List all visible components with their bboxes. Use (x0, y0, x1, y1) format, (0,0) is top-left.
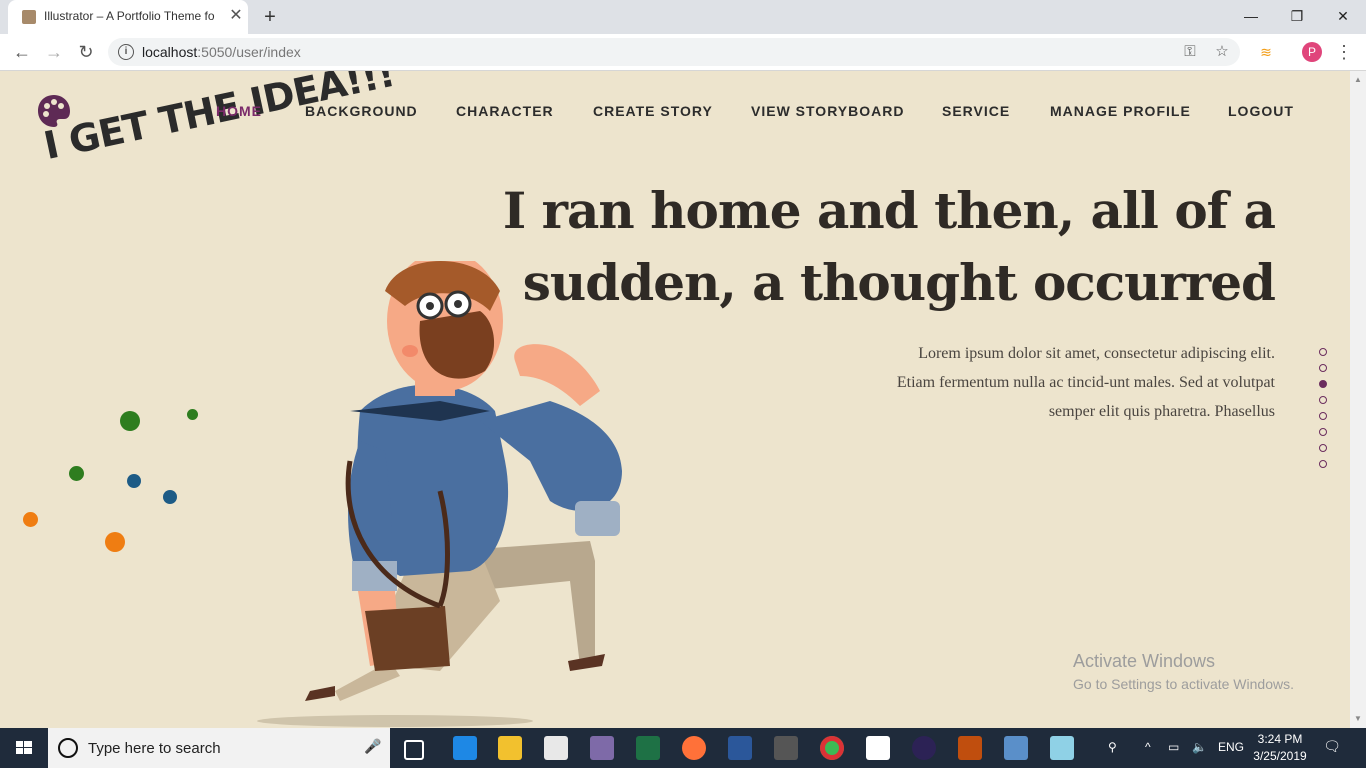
word-icon[interactable] (728, 736, 752, 760)
running-man-illustration (257, 261, 622, 727)
back-arrow-icon[interactable]: ← (10, 40, 34, 64)
reload-icon[interactable]: ↻ (74, 40, 98, 64)
taskbar-search-placeholder: Type here to search (88, 740, 221, 757)
task-view-icon[interactable] (404, 740, 424, 760)
decorative-particle (127, 474, 141, 488)
url-text[interactable]: localhost:5050/user/index (142, 44, 301, 60)
windows-taskbar: Type here to search 🎤 ⚲ ^ ▭ 🔈 ENG 3:24 P… (0, 728, 1366, 768)
nav-create-story[interactable]: CREATE STORY (593, 103, 713, 119)
hero-text-line-3: semper elit quis pharetra. Phasellus (1048, 403, 1275, 420)
action-center-icon[interactable]: 🗨 (1322, 738, 1342, 758)
url-host: localhost (142, 44, 198, 60)
site-logo-text[interactable]: I GET THE IDEA!!! (40, 71, 398, 168)
photo-app-icon[interactable] (590, 736, 614, 760)
scroll-up-arrow-icon[interactable]: ▲ (1353, 75, 1363, 85)
language-indicator[interactable]: ENG (1218, 740, 1244, 754)
slide-dot[interactable] (1319, 348, 1327, 356)
site-favicon-icon (22, 10, 36, 24)
page-scrollbar[interactable]: ▲ ▼ (1350, 71, 1366, 728)
bookmark-star-icon[interactable]: ☆ (1212, 42, 1232, 62)
hero-text-line-2: Etiam fermentum nulla ac tincid-unt male… (896, 374, 1275, 391)
clock-date: 3/25/2019 (1253, 749, 1307, 763)
profile-avatar[interactable]: P (1302, 42, 1322, 62)
notes-app-icon[interactable] (1050, 736, 1074, 760)
hero-text-line-1: Lorem ipsum dolor sit amet, consectetur … (918, 345, 1275, 362)
slide-dot[interactable] (1319, 396, 1327, 404)
hero-title-line-1: I ran home and then, all of a (502, 181, 1276, 240)
show-hidden-icons-icon[interactable]: ^ (1145, 740, 1151, 754)
slide-pagination (1319, 348, 1327, 476)
slide-dot-active[interactable] (1319, 380, 1327, 388)
hero-description: Lorem ipsum dolor sit amet, consectetur … (815, 339, 1275, 426)
minimize-button[interactable]: — (1228, 4, 1274, 28)
edge-browser-icon[interactable] (453, 736, 477, 760)
chrome-icon[interactable] (820, 736, 844, 760)
watermark-subtitle: Go to Settings to activate Windows. (1073, 676, 1294, 692)
mysql-icon[interactable] (1004, 736, 1028, 760)
nav-home[interactable]: HOME (216, 103, 262, 119)
decorative-particle (163, 490, 177, 504)
microphone-icon[interactable]: 🎤 (364, 738, 381, 758)
nav-service[interactable]: SERVICE (942, 103, 1010, 119)
slide-dot[interactable] (1319, 412, 1327, 420)
scroll-down-arrow-icon[interactable]: ▼ (1353, 714, 1363, 724)
tab-title: Illustrator – A Portfolio Theme fo (44, 9, 215, 23)
ide-icon[interactable] (958, 736, 982, 760)
activate-windows-watermark: Activate Windows Go to Settings to activ… (1073, 651, 1294, 692)
decorative-particle (105, 532, 125, 552)
slide-dot[interactable] (1319, 428, 1327, 436)
volume-icon[interactable]: 🔈 (1192, 740, 1207, 754)
nav-manage-profile[interactable]: MANAGE PROFILE (1050, 103, 1191, 119)
extension-icon[interactable]: ≋ (1256, 42, 1276, 62)
address-bar[interactable]: i localhost:5050/user/index ⚿ ☆ (108, 38, 1240, 66)
nav-view-storyboard[interactable]: VIEW STORYBOARD (751, 103, 904, 119)
excel-icon[interactable] (636, 736, 660, 760)
people-icon[interactable]: ⚲ (1108, 740, 1117, 754)
forward-arrow-icon[interactable]: → (42, 40, 66, 64)
battery-icon[interactable]: ▭ (1168, 740, 1179, 754)
decorative-particle (187, 409, 198, 420)
nav-character[interactable]: CHARACTER (456, 103, 554, 119)
slide-dot[interactable] (1319, 460, 1327, 468)
nav-logout[interactable]: LOGOUT (1228, 103, 1294, 119)
taskbar-search-box[interactable]: Type here to search 🎤 (48, 728, 390, 768)
close-window-button[interactable]: ✕ (1320, 4, 1366, 28)
windows-start-icon[interactable] (0, 728, 48, 768)
decorative-particle (69, 466, 84, 481)
taskbar-clock[interactable]: 3:24 PM 3/25/2019 (1250, 731, 1310, 765)
cortana-icon (58, 738, 78, 758)
watermark-title: Activate Windows (1073, 651, 1216, 671)
page-content: I GET THE IDEA!!! HOME BACKGROUND CHARAC… (0, 71, 1350, 728)
key-icon[interactable]: ⚿ (1180, 42, 1200, 62)
file-explorer-icon[interactable] (498, 736, 522, 760)
firefox-icon[interactable] (682, 736, 706, 760)
tab-close-icon[interactable]: ✕ (226, 6, 246, 26)
nav-background[interactable]: BACKGROUND (305, 103, 418, 119)
media-app-icon[interactable] (774, 736, 798, 760)
decorative-particle (120, 411, 140, 431)
decorative-particle (23, 512, 38, 527)
url-path: :5050/user/index (197, 44, 301, 60)
browser-menu-icon[interactable]: ⋮ (1334, 40, 1354, 64)
slide-dot[interactable] (1319, 444, 1327, 452)
site-info-icon[interactable]: i (118, 44, 134, 60)
browser-tab[interactable]: Illustrator – A Portfolio Theme fo ✕ (8, 0, 248, 34)
clock-time: 3:24 PM (1257, 732, 1303, 746)
mail-icon[interactable] (866, 736, 890, 760)
slide-dot[interactable] (1319, 364, 1327, 372)
store-icon[interactable] (544, 736, 568, 760)
browser-tab-strip: Illustrator – A Portfolio Theme fo ✕ + —… (0, 0, 1366, 34)
restore-button[interactable]: ❐ (1274, 4, 1320, 28)
new-tab-button[interactable]: + (258, 5, 282, 29)
browser-toolbar: ← → ↻ i localhost:5050/user/index ⚿ ☆ ≋ … (0, 34, 1366, 71)
eclipse-icon[interactable] (912, 736, 936, 760)
